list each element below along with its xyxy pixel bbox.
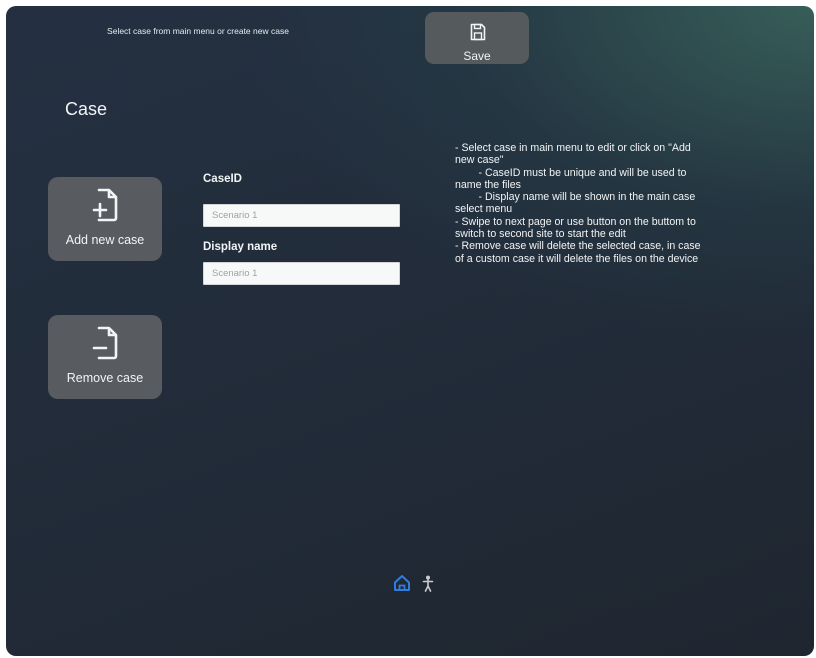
help-line: - Remove case will delete the selected c…: [455, 240, 701, 253]
help-line: new case": [455, 154, 504, 167]
help-line: select menu: [455, 203, 513, 216]
file-add-icon: [92, 188, 118, 222]
app-panel: Select case from main menu or create new…: [6, 6, 814, 656]
case-id-label: CaseID: [203, 173, 242, 185]
save-button[interactable]: Save: [425, 12, 529, 64]
save-icon: [470, 23, 486, 41]
help-line: - Swipe to next page or use button on th…: [455, 215, 696, 228]
help-line: of a custom case it will delete the file…: [455, 252, 699, 265]
help-line: - Display name will be shown in the main…: [455, 191, 696, 204]
display-name-input[interactable]: [203, 262, 400, 285]
save-label: Save: [463, 49, 491, 63]
remove-case-button[interactable]: Remove case: [48, 315, 162, 399]
remove-case-label: Remove case: [66, 371, 144, 385]
display-name-label: Display name: [203, 241, 278, 253]
home-icon[interactable]: [393, 574, 411, 592]
person-icon[interactable]: [422, 575, 434, 592]
bottom-nav: [391, 574, 451, 596]
top-hint-text: Select case from main menu or create new…: [107, 26, 289, 36]
help-line: switch to second site to start the edit: [455, 228, 626, 241]
add-case-label: Add new case: [65, 233, 145, 247]
case-id-input[interactable]: [203, 204, 400, 227]
help-text: - Select case in main menu to edit or cl…: [455, 142, 775, 265]
help-line: name the files: [455, 178, 521, 191]
help-line: - Select case in main menu to edit or cl…: [455, 142, 691, 154]
add-case-button[interactable]: Add new case: [48, 177, 162, 261]
file-remove-icon: [92, 326, 118, 360]
page-title: Case: [65, 99, 108, 119]
help-line: - CaseID must be unique and will be used…: [455, 166, 687, 179]
